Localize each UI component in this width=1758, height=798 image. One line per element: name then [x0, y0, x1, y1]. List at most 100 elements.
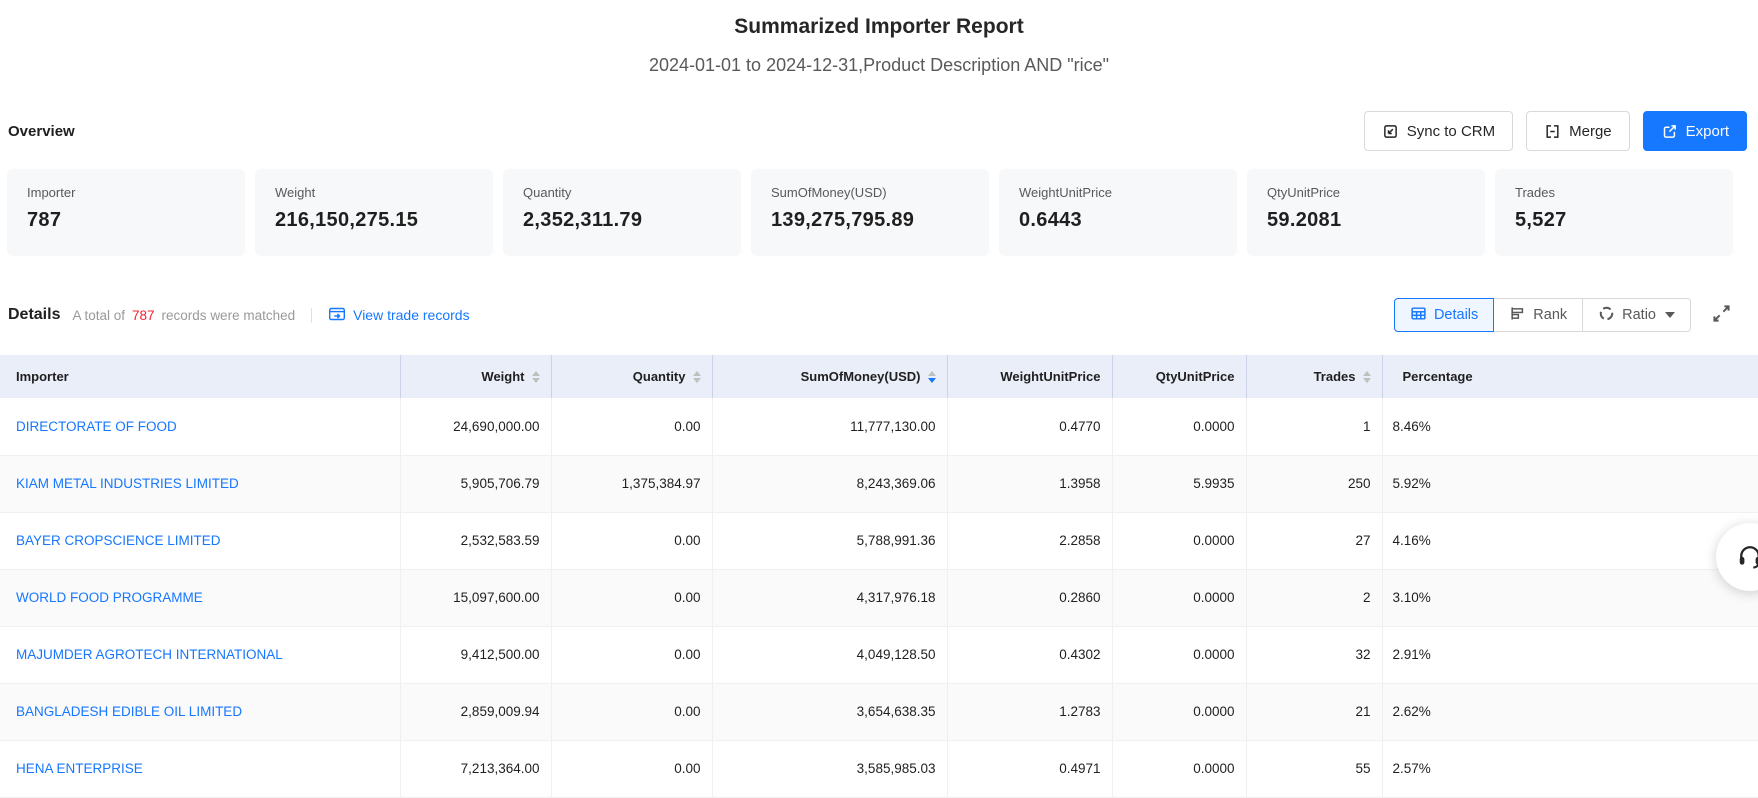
importer-link[interactable]: BAYER CROPSCIENCE LIMITED: [16, 533, 221, 548]
column-label: QtyUnitPrice: [1156, 369, 1235, 384]
view-trade-records-link[interactable]: View trade records: [328, 306, 469, 325]
sync-to-crm-button[interactable]: Sync to CRM: [1364, 111, 1513, 151]
cell-trades: 27: [1246, 512, 1382, 569]
sort-icon[interactable]: [1363, 371, 1371, 383]
bar-rank-icon: [1509, 305, 1526, 326]
importer-link[interactable]: BANGLADESH EDIBLE OIL LIMITED: [16, 704, 242, 719]
cell-sum_of_money_usd: 4,049,128.50: [712, 626, 947, 683]
cell-qty_unit_price: 5.9935: [1112, 455, 1246, 512]
tab-ratio-label: Ratio: [1622, 307, 1656, 323]
cell-quantity: 0.00: [551, 683, 712, 740]
ratio-circle-icon: [1598, 305, 1615, 326]
report-header: Summarized Importer Report 2024-01-01 to…: [0, 0, 1758, 78]
tab-rank[interactable]: Rank: [1494, 298, 1583, 332]
stat-card-importer: Importer 787: [7, 169, 245, 256]
merge-icon: [1544, 123, 1561, 140]
stat-value: 5,527: [1515, 209, 1713, 232]
cell-weight: 9,412,500.00: [400, 626, 551, 683]
stat-card-quantity: Quantity 2,352,311.79: [503, 169, 741, 256]
details-heading: Details: [8, 306, 60, 324]
column-header-qty_unit_price: QtyUnitPrice: [1112, 355, 1246, 398]
export-button[interactable]: Export: [1643, 111, 1747, 151]
cell-percentage: 2.57%: [1382, 740, 1758, 797]
stat-value: 139,275,795.89: [771, 209, 969, 232]
view-mode-tabs: Details Rank Ratio: [1394, 298, 1691, 332]
cell-weight: 24,690,000.00: [400, 398, 551, 455]
cell-percentage: 3.10%: [1382, 569, 1758, 626]
table-row: DIRECTORATE OF FOOD24,690,000.000.0011,7…: [0, 398, 1758, 455]
stat-value: 787: [27, 209, 225, 232]
match-summary: A total of 787 records were matched: [72, 308, 295, 323]
cell-weight_unit_price: 0.4971: [947, 740, 1112, 797]
stat-value: 216,150,275.15: [275, 209, 473, 232]
importer-table: ImporterWeightQuantitySumOfMoney(USD)Wei…: [0, 355, 1758, 798]
tab-details-label: Details: [1434, 307, 1478, 323]
merge-button[interactable]: Merge: [1526, 111, 1630, 151]
importer-link[interactable]: WORLD FOOD PROGRAMME: [16, 590, 203, 605]
cell-importer: BANGLADESH EDIBLE OIL LIMITED: [0, 683, 400, 740]
stat-card-qty-unit-price: QtyUnitPrice 59.2081: [1247, 169, 1485, 256]
cell-quantity: 0.00: [551, 569, 712, 626]
importer-link[interactable]: HENA ENTERPRISE: [16, 761, 143, 776]
column-header-sum_of_money_usd[interactable]: SumOfMoney(USD): [712, 355, 947, 398]
column-header-quantity[interactable]: Quantity: [551, 355, 712, 398]
sort-icon[interactable]: [928, 371, 936, 383]
tab-ratio[interactable]: Ratio: [1583, 298, 1691, 332]
match-suffix: records were matched: [162, 308, 296, 323]
table-row: BANGLADESH EDIBLE OIL LIMITED2,859,009.9…: [0, 683, 1758, 740]
cell-weight_unit_price: 2.2858: [947, 512, 1112, 569]
cell-weight: 7,213,364.00: [400, 740, 551, 797]
details-bar: Details A total of 787 records were matc…: [0, 297, 1758, 333]
cell-percentage: 8.46%: [1382, 398, 1758, 455]
cell-sum_of_money_usd: 5,788,991.36: [712, 512, 947, 569]
cell-weight: 2,532,583.59: [400, 512, 551, 569]
column-header-trades[interactable]: Trades: [1246, 355, 1382, 398]
stat-label: Trades: [1515, 185, 1713, 200]
cell-importer: KIAM METAL INDUSTRIES LIMITED: [0, 455, 400, 512]
column-header-importer: Importer: [0, 355, 400, 398]
cell-sum_of_money_usd: 8,243,369.06: [712, 455, 947, 512]
column-label: Quantity: [633, 369, 686, 384]
importer-link[interactable]: MAJUMDER AGROTECH INTERNATIONAL: [16, 647, 283, 662]
headset-icon: [1736, 542, 1758, 573]
cell-importer: BAYER CROPSCIENCE LIMITED: [0, 512, 400, 569]
cell-weight_unit_price: 1.2783: [947, 683, 1112, 740]
stat-card-trades: Trades 5,527: [1495, 169, 1733, 256]
cell-trades: 2: [1246, 569, 1382, 626]
sort-icon[interactable]: [693, 371, 701, 383]
stat-label: Weight: [275, 185, 473, 200]
cell-quantity: 0.00: [551, 740, 712, 797]
cell-percentage: 5.92%: [1382, 455, 1758, 512]
vertical-divider: [311, 308, 312, 323]
stat-label: WeightUnitPrice: [1019, 185, 1217, 200]
importer-link[interactable]: KIAM METAL INDUSTRIES LIMITED: [16, 476, 239, 491]
match-prefix: A total of: [72, 308, 125, 323]
cell-importer: MAJUMDER AGROTECH INTERNATIONAL: [0, 626, 400, 683]
importer-link[interactable]: DIRECTORATE OF FOOD: [16, 419, 177, 434]
cell-sum_of_money_usd: 3,654,638.35: [712, 683, 947, 740]
cell-qty_unit_price: 0.0000: [1112, 683, 1246, 740]
cell-trades: 1: [1246, 398, 1382, 455]
cell-trades: 32: [1246, 626, 1382, 683]
fullscreen-button[interactable]: [1709, 301, 1734, 329]
column-label: Importer: [16, 369, 69, 384]
sort-icon[interactable]: [532, 371, 540, 383]
cell-qty_unit_price: 0.0000: [1112, 569, 1246, 626]
column-header-weight[interactable]: Weight: [400, 355, 551, 398]
cell-trades: 55: [1246, 740, 1382, 797]
cell-importer: DIRECTORATE OF FOOD: [0, 398, 400, 455]
overview-bar: Overview Sync to CRM Merge Export: [0, 110, 1758, 152]
column-label: Weight: [481, 369, 524, 384]
stat-card-weight: Weight 216,150,275.15: [255, 169, 493, 256]
stat-card-sum-of-money: SumOfMoney(USD) 139,275,795.89: [751, 169, 989, 256]
overview-heading: Overview: [8, 123, 75, 140]
cell-weight_unit_price: 0.4770: [947, 398, 1112, 455]
cell-quantity: 0.00: [551, 626, 712, 683]
page-title: Summarized Importer Report: [0, 13, 1758, 40]
details-left: Details A total of 787 records were matc…: [8, 306, 470, 325]
column-label: Trades: [1314, 369, 1356, 384]
overview-cards: Importer 787 Weight 216,150,275.15 Quant…: [0, 169, 1758, 256]
tab-details[interactable]: Details: [1394, 298, 1494, 332]
table-row: KIAM METAL INDUSTRIES LIMITED 5,905,706.7…: [0, 455, 1758, 512]
cell-weight: 5,905,706.79: [400, 455, 551, 512]
